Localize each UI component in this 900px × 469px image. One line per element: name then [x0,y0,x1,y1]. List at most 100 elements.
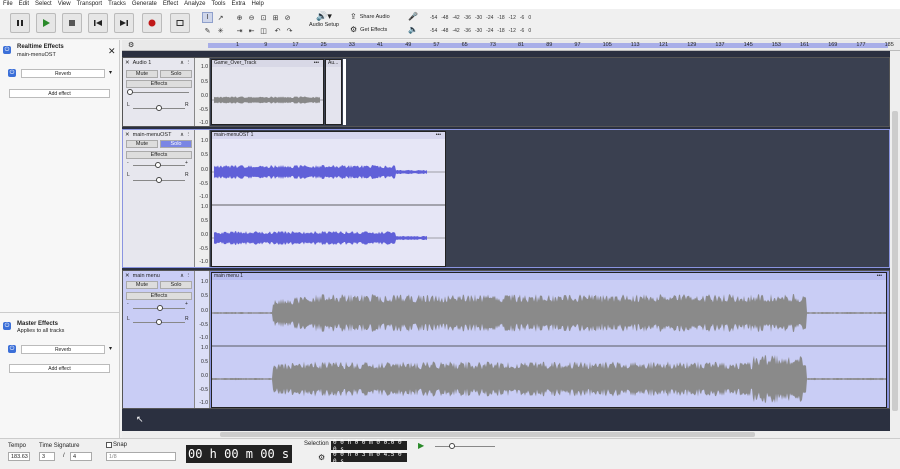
clip-name[interactable]: main-menuOST 1 [214,132,253,139]
track-name[interactable]: Audio 1 [133,60,152,66]
gain-slider-thumb[interactable] [157,305,163,311]
menu-extra[interactable]: Extra [228,0,248,9]
clip-menu-icon[interactable]: ••• [314,60,319,67]
clip-name[interactable]: Game_Over_Track [214,60,256,67]
audio-setup-button[interactable]: 🔊▾ Audio Setup [307,11,341,37]
audio-clip-selected[interactable]: main-menuOST 1 ••• [211,131,446,267]
clip-name[interactable]: main menu 1 [214,273,243,280]
menu-file[interactable]: File [0,0,16,9]
microphone-icon[interactable]: 🎤 [408,12,418,21]
playback-meter[interactable]: -54 -48 -42 -36 -30 -24 -18 -12 -6 0 [430,28,531,34]
audio-clip[interactable]: main menu 1 ••• [211,272,887,408]
stop-button[interactable] [62,13,82,33]
tracks-area[interactable]: ✕ Audio 1 ∧ ⋮ Mute Solo Effects L R 1.0 … [122,51,890,431]
menu-tools[interactable]: Tools [208,0,228,9]
collapse-icon[interactable]: ∧ ⋮ [180,60,191,66]
master-effect-reverb-button[interactable]: Reverb [21,345,105,354]
skip-end-button[interactable] [114,13,134,33]
track-close-icon[interactable]: ✕ [125,132,130,138]
menu-tracks[interactable]: Tracks [105,0,129,9]
solo-button[interactable]: Solo [160,281,192,289]
gain-slider-thumb[interactable] [127,89,133,95]
timeline-settings-icon[interactable]: ⚙ [128,41,134,49]
pan-slider-thumb[interactable] [156,177,162,183]
mute-button[interactable]: Mute [126,281,158,289]
power-icon[interactable]: ⏻ [3,46,11,54]
menu-view[interactable]: View [55,0,74,9]
pan-slider-thumb[interactable] [156,105,162,111]
menu-effect[interactable]: Effect [160,0,181,9]
master-effect-power-icon[interactable]: ⏻ [8,345,16,353]
pause-button[interactable] [10,13,30,33]
pan-slider-thumb[interactable] [156,319,162,325]
menu-help[interactable]: Help [249,0,267,9]
effects-button[interactable]: Effects [126,292,192,300]
clip-menu-icon[interactable]: ••• [877,273,882,280]
zoom-out-icon[interactable]: ⊖ [246,12,257,23]
play-at-speed-icon[interactable]: ▶ [418,441,424,450]
close-icon[interactable]: ✕ [108,46,116,57]
horizontal-scrollbar[interactable] [122,431,900,438]
selection-tool-icon[interactable]: I [202,12,213,23]
effect-power-icon[interactable]: ⏻ [8,69,16,77]
playback-speed-thumb[interactable] [449,443,455,449]
track-name[interactable]: main menu [133,273,160,279]
selection-start[interactable]: 0 0 h 0 0 m 0 0.0 0 0 s [331,439,407,453]
track-close-icon[interactable]: ✕ [125,273,130,279]
draw-tool-icon[interactable]: ✎ [202,25,213,36]
effects-button[interactable]: Effects [126,151,192,159]
master-power-icon[interactable]: ⏻ [3,322,11,330]
track-close-icon[interactable]: ✕ [125,60,130,66]
track-main-menuost[interactable]: ✕ main-menuOST ∧ ⋮ Mute Solo Effects - +… [122,129,890,268]
fit-project-icon[interactable]: ⊞ [270,12,281,23]
menu-select[interactable]: Select [32,0,55,9]
clip-name[interactable]: Au... [328,60,338,67]
collapse-icon[interactable]: ∧ ⋮ [180,273,191,279]
record-button[interactable] [142,13,162,33]
solo-button[interactable]: Solo [160,70,192,78]
time-display[interactable]: 00 h 00 m 00 s [186,445,292,463]
time-signature-numerator[interactable]: 3 [39,452,55,461]
collapse-icon[interactable]: ∧ ⋮ [180,132,191,138]
undo-icon[interactable]: ↶ [272,25,283,36]
skip-start-button[interactable] [88,13,108,33]
get-effects-button[interactable]: ⚙ Get Effects [350,25,387,34]
track-main-menu[interactable]: ✕ main menu ∧ ⋮ Mute Solo Effects - + L … [122,270,890,409]
track-audio-1[interactable]: ✕ Audio 1 ∧ ⋮ Mute Solo Effects L R 1.0 … [122,57,890,127]
zoom-in-icon[interactable]: ⊕ [234,12,245,23]
loop-button[interactable] [170,13,190,33]
redo-icon[interactable]: ↷ [284,25,295,36]
selection-end[interactable]: 0 0 h 0 3 m 0 4.5 0 0 s [331,451,407,465]
menu-analyze[interactable]: Analyze [181,0,208,9]
menu-transport[interactable]: Transport [74,0,105,9]
vertical-scrollbar-thumb[interactable] [892,111,898,411]
selection-settings-icon[interactable]: ⚙ [318,453,325,462]
add-effect-button[interactable]: Add effect [9,89,110,98]
master-effect-menu-icon[interactable]: ▾ [109,345,112,352]
tempo-input[interactable]: 183.63 [8,452,30,461]
master-add-effect-button[interactable]: Add effect [9,364,110,373]
vertical-scrollbar[interactable] [890,51,900,431]
trim-icon[interactable]: ⇥ [234,25,245,36]
zoom-toggle-icon[interactable]: ⊘ [282,12,293,23]
mute-button[interactable]: Mute [126,70,158,78]
effect-reverb-button[interactable]: Reverb [21,69,105,78]
fit-selection-icon[interactable]: ⊡ [258,12,269,23]
multi-tool-icon[interactable]: ✳ [215,25,226,36]
clip-menu-icon[interactable]: ••• [436,132,441,139]
snap-checkbox[interactable] [106,442,112,448]
effects-button[interactable]: Effects [126,80,192,88]
audio-clip[interactable]: Au... [325,59,342,125]
track-name[interactable]: main-menuOST [133,132,172,138]
horizontal-scrollbar-thumb[interactable] [220,432,755,437]
gain-slider-thumb[interactable] [155,162,161,168]
audio-clip[interactable]: Game_Over_Track ••• [211,59,324,125]
snap-select[interactable]: 1/8 [106,452,176,461]
playback-meter-icon[interactable]: 🔈 [408,25,418,34]
menu-edit[interactable]: Edit [16,0,32,9]
mute-button[interactable]: Mute [126,140,158,148]
solo-button[interactable]: Solo [160,140,192,148]
playback-speed-slider[interactable] [435,446,495,447]
menu-generate[interactable]: Generate [129,0,160,9]
envelope-tool-icon[interactable]: ↗ [215,12,226,23]
